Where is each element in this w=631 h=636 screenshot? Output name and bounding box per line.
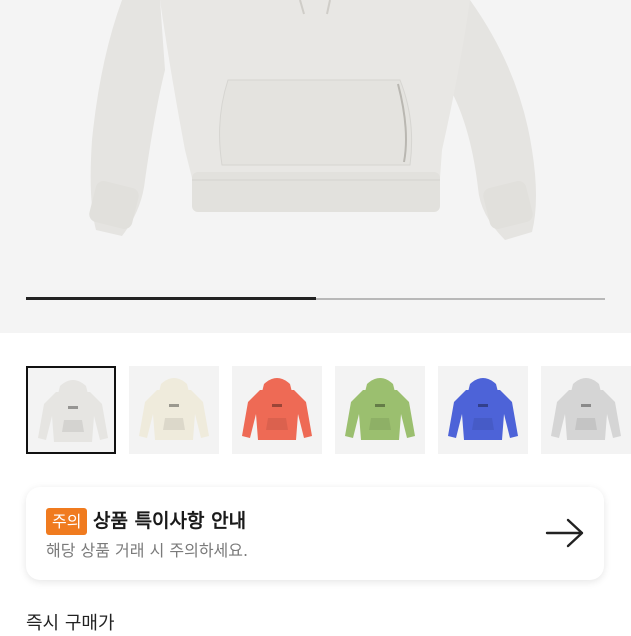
image-slider-progress-fill xyxy=(26,297,316,300)
hoodie-thumbnail-icon xyxy=(139,378,209,440)
product-image-area[interactable] xyxy=(0,0,631,333)
color-thumbnail[interactable] xyxy=(26,366,116,454)
notice-title: 상품 특이사항 안내 xyxy=(93,510,247,532)
notice-badge: 주의 xyxy=(46,508,88,535)
hoodie-thumbnail-icon xyxy=(242,378,312,440)
instant-buy-price-label: 즉시 구매가 xyxy=(26,613,115,634)
color-thumbnail-list xyxy=(26,366,631,456)
arrow-right-icon[interactable] xyxy=(544,517,586,549)
hoodie-thumbnail-icon xyxy=(551,378,621,440)
notice-card[interactable]: 주의 상품 특이사항 안내 해당 상품 거래 시 주의하세요. xyxy=(26,487,604,580)
color-thumbnail[interactable] xyxy=(541,366,631,454)
color-thumbnail[interactable] xyxy=(129,366,219,454)
hoodie-thumbnail-icon xyxy=(345,378,415,440)
image-slider-progress[interactable] xyxy=(26,297,605,300)
color-thumbnail[interactable] xyxy=(232,366,322,454)
color-thumbnail[interactable] xyxy=(438,366,528,454)
notice-description: 해당 상품 거래 시 주의하세요. xyxy=(46,541,249,560)
hoodie-thumbnail-icon xyxy=(38,380,108,442)
color-thumbnail[interactable] xyxy=(335,366,425,454)
hoodie-thumbnail-icon xyxy=(448,378,518,440)
hoodie-product-image xyxy=(89,0,536,240)
